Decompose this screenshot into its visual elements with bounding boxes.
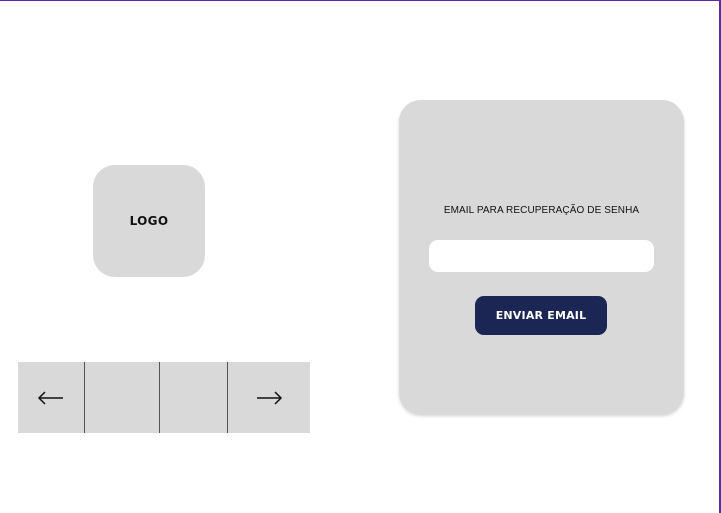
send-email-button[interactable]: ENVIAR EMAIL — [475, 296, 607, 335]
carousel-slide[interactable] — [85, 362, 159, 433]
carousel — [18, 362, 310, 433]
logo: LOGO — [93, 165, 205, 277]
carousel-prev-button[interactable] — [18, 362, 84, 433]
carousel-slide[interactable] — [160, 362, 227, 433]
password-recovery-card: EMAIL PARA RECUPERAÇÃO DE SENHA ENVIAR E… — [399, 100, 684, 414]
arrow-left-icon — [37, 390, 63, 405]
recovery-email-label: EMAIL PARA RECUPERAÇÃO DE SENHA — [443, 205, 640, 216]
recovery-email-input[interactable] — [429, 240, 654, 272]
arrow-right-icon — [257, 390, 283, 405]
carousel-next-button[interactable] — [228, 362, 310, 433]
logo-label: LOGO — [129, 214, 169, 228]
